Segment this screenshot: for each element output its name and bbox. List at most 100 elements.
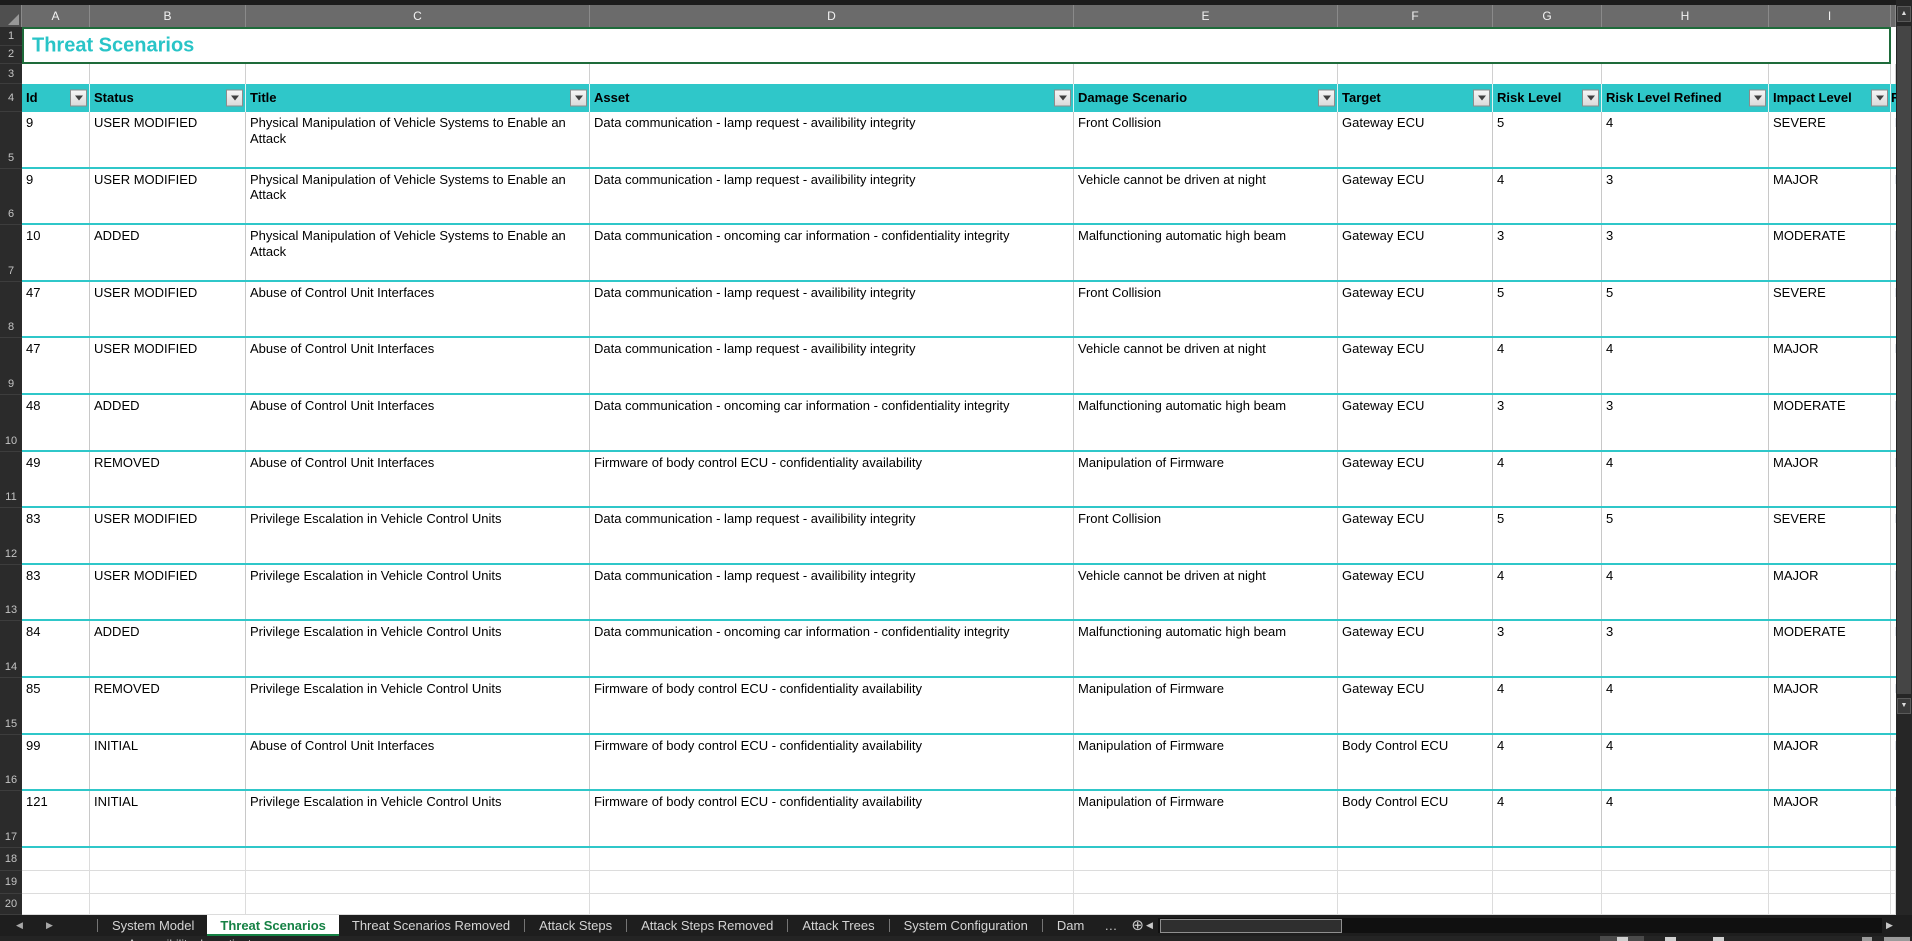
cell-asset[interactable]: Data communication - oncoming car inform… xyxy=(590,395,1074,450)
cell-risk-level-refined[interactable]: 4 xyxy=(1602,338,1769,393)
column-header-B[interactable]: B xyxy=(90,5,246,27)
cell-title[interactable]: Abuse of Control Unit Interfaces xyxy=(246,338,590,393)
cell-id[interactable]: 85 xyxy=(22,678,90,733)
cell-risk-level-refined[interactable]: 3 xyxy=(1602,395,1769,450)
cell-risk-level[interactable]: 4 xyxy=(1493,338,1602,393)
filter-button[interactable] xyxy=(1473,90,1490,107)
column-header-A[interactable]: A xyxy=(22,5,90,27)
empty-cell[interactable] xyxy=(1338,848,1493,870)
cell-target[interactable]: Gateway ECU xyxy=(1338,112,1493,167)
cell-id[interactable]: 83 xyxy=(22,508,90,563)
cell-asset[interactable]: Firmware of body control ECU - confident… xyxy=(590,735,1074,790)
cell-id[interactable]: 47 xyxy=(22,338,90,393)
cell-damage-scenario[interactable]: Vehicle cannot be driven at night xyxy=(1074,169,1338,224)
cell-risk-level-refined[interactable]: 3 xyxy=(1602,225,1769,280)
cell-risk-level[interactable]: 3 xyxy=(1493,395,1602,450)
zoom-level[interactable] xyxy=(1884,937,1910,941)
scroll-up-icon[interactable]: ▲ xyxy=(1897,6,1911,22)
empty-cell[interactable] xyxy=(1769,894,1891,914)
cell-target[interactable]: Gateway ECU xyxy=(1338,621,1493,676)
cell-risk-level-refined[interactable]: 4 xyxy=(1602,735,1769,790)
empty-cell[interactable] xyxy=(1493,894,1602,914)
cell-asset[interactable]: Data communication - lamp request - avai… xyxy=(590,338,1074,393)
cell-id[interactable]: 84 xyxy=(22,621,90,676)
cell-damage-scenario[interactable]: Manipulation of Firmware xyxy=(1074,678,1338,733)
empty-cell[interactable] xyxy=(1769,64,1891,84)
cell-damage-scenario[interactable]: Malfunctioning automatic high beam xyxy=(1074,621,1338,676)
row-header-5[interactable]: 5 xyxy=(0,112,22,169)
empty-cell[interactable] xyxy=(22,894,90,914)
filter-button[interactable] xyxy=(70,90,87,107)
vertical-scrollbar[interactable]: ▲ ▼ xyxy=(1896,0,1912,915)
empty-cell[interactable] xyxy=(590,848,1074,870)
row-header-7[interactable]: 7 xyxy=(0,225,22,282)
cell-title[interactable]: Privilege Escalation in Vehicle Control … xyxy=(246,508,590,563)
row-header-13[interactable]: 13 xyxy=(0,565,22,622)
row-header-1[interactable]: 1 xyxy=(0,27,22,46)
cell-damage-scenario[interactable]: Malfunctioning automatic high beam xyxy=(1074,395,1338,450)
tab-dam[interactable]: Dam xyxy=(1044,915,1097,936)
scroll-down-icon[interactable]: ▼ xyxy=(1897,698,1911,714)
cell-title[interactable]: Privilege Escalation in Vehicle Control … xyxy=(246,678,590,733)
cell-id[interactable]: 49 xyxy=(22,452,90,507)
cell-asset[interactable]: Data communication - oncoming car inform… xyxy=(590,621,1074,676)
empty-cell[interactable] xyxy=(90,64,246,84)
cell-risk-level-refined[interactable]: 4 xyxy=(1602,678,1769,733)
column-header-E[interactable]: E xyxy=(1074,5,1338,27)
cell-impact-level[interactable]: MAJOR xyxy=(1769,735,1891,790)
row-header-17[interactable]: 17 xyxy=(0,791,22,848)
cell-title[interactable]: Physical Manipulation of Vehicle Systems… xyxy=(246,112,590,167)
cell-id[interactable]: 9 xyxy=(22,112,90,167)
column-header-I[interactable]: I xyxy=(1769,5,1891,27)
cell-asset[interactable]: Data communication - lamp request - avai… xyxy=(590,565,1074,620)
empty-cell[interactable] xyxy=(590,871,1074,893)
empty-cell[interactable] xyxy=(1338,871,1493,893)
tab-nav-left-icon[interactable]: ◀ xyxy=(16,915,23,936)
tab-nav-right-icon[interactable]: ▶ xyxy=(46,915,53,936)
cell-title[interactable]: Privilege Escalation in Vehicle Control … xyxy=(246,791,590,846)
cell-status[interactable]: USER MODIFIED xyxy=(90,169,246,224)
filter-button[interactable] xyxy=(1318,90,1335,107)
cell-asset[interactable]: Data communication - lamp request - avai… xyxy=(590,508,1074,563)
cell-damage-scenario[interactable]: Malfunctioning automatic high beam xyxy=(1074,225,1338,280)
empty-cell[interactable] xyxy=(1493,848,1602,870)
cell-status[interactable]: USER MODIFIED xyxy=(90,508,246,563)
empty-cell[interactable] xyxy=(90,894,246,914)
empty-cell[interactable] xyxy=(1074,894,1338,914)
cell-risk-level-refined[interactable]: 5 xyxy=(1602,282,1769,337)
column-header-title[interactable]: Title xyxy=(246,84,590,112)
cell-status[interactable]: USER MODIFIED xyxy=(90,112,246,167)
empty-cell[interactable] xyxy=(1493,871,1602,893)
cell-damage-scenario[interactable]: Front Collision xyxy=(1074,508,1338,563)
cell-impact-level[interactable]: MODERATE xyxy=(1769,395,1891,450)
empty-cell[interactable] xyxy=(1338,64,1493,84)
cell-risk-level-refined[interactable]: 3 xyxy=(1602,621,1769,676)
vertical-scrollbar-thumb[interactable] xyxy=(1897,26,1911,694)
row-header-3[interactable]: 3 xyxy=(0,64,22,84)
row-header-6[interactable]: 6 xyxy=(0,169,22,226)
cell-target[interactable]: Gateway ECU xyxy=(1338,678,1493,733)
row-header-20[interactable]: 20 xyxy=(0,894,22,915)
cell-risk-level[interactable]: 4 xyxy=(1493,678,1602,733)
cell-id[interactable]: 83 xyxy=(22,565,90,620)
cell-status[interactable]: REMOVED xyxy=(90,678,246,733)
cell-impact-level[interactable]: MAJOR xyxy=(1769,565,1891,620)
empty-cell[interactable] xyxy=(90,871,246,893)
cell-damage-scenario[interactable]: Manipulation of Firmware xyxy=(1074,735,1338,790)
filter-button[interactable] xyxy=(570,90,587,107)
cell-status[interactable]: INITIAL xyxy=(90,735,246,790)
cell-id[interactable]: 121 xyxy=(22,791,90,846)
cell-title[interactable]: Abuse of Control Unit Interfaces xyxy=(246,282,590,337)
tab-threat-scenarios[interactable]: Threat Scenarios xyxy=(207,915,339,936)
cell-target[interactable]: Body Control ECU xyxy=(1338,735,1493,790)
cell-risk-level-refined[interactable]: 4 xyxy=(1602,112,1769,167)
column-header-G[interactable]: G xyxy=(1493,5,1602,27)
tab-attack-steps[interactable]: Attack Steps xyxy=(526,915,625,936)
cell-risk-level[interactable]: 4 xyxy=(1493,791,1602,846)
cell-asset[interactable]: Firmware of body control ECU - confident… xyxy=(590,791,1074,846)
cell-status[interactable]: ADDED xyxy=(90,225,246,280)
empty-cell[interactable] xyxy=(90,848,246,870)
empty-cell[interactable] xyxy=(246,871,590,893)
filter-button[interactable] xyxy=(226,90,243,107)
cell-asset[interactable]: Data communication - lamp request - avai… xyxy=(590,112,1074,167)
